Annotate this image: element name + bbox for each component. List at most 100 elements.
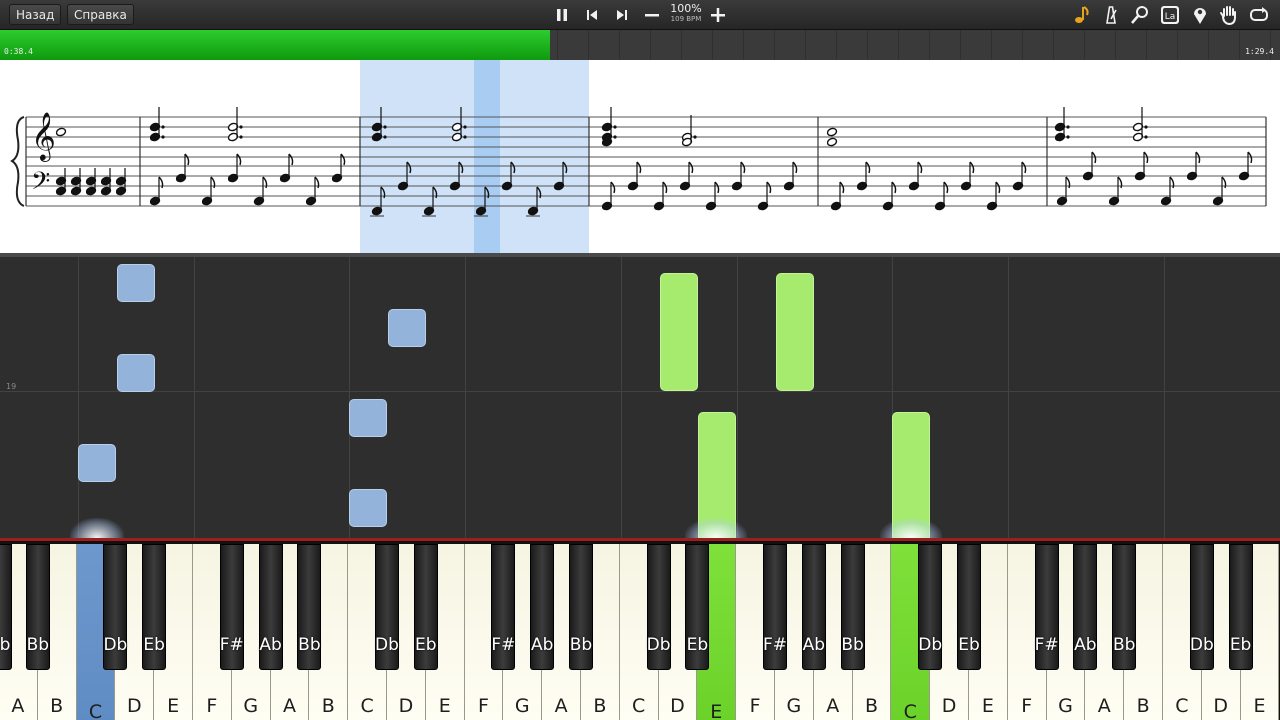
next-icon[interactable] xyxy=(611,4,633,26)
black-key[interactable]: Eb xyxy=(413,544,438,670)
black-key-label: Db xyxy=(1189,635,1214,655)
bookmark-pin-icon[interactable] xyxy=(1189,4,1211,26)
black-key[interactable]: b xyxy=(0,544,12,670)
search-icon[interactable] xyxy=(1129,4,1151,26)
roll-gridline xyxy=(194,257,195,538)
progress-fill xyxy=(0,30,551,60)
black-key[interactable]: Db xyxy=(1189,544,1214,670)
left-hand-note xyxy=(117,354,155,392)
black-key[interactable]: F# xyxy=(491,544,515,670)
black-key[interactable]: Db xyxy=(646,544,671,670)
black-key[interactable]: Ab xyxy=(801,544,826,670)
white-key-label: F xyxy=(749,695,761,717)
music-note-icon[interactable] xyxy=(1071,4,1093,26)
white-key-label: B xyxy=(593,695,607,717)
black-key-label: Db xyxy=(918,635,943,655)
augmentation-dot xyxy=(161,125,165,129)
svg-text:La: La xyxy=(1165,12,1176,22)
black-key[interactable]: Eb xyxy=(957,544,981,670)
previous-icon[interactable] xyxy=(581,4,603,26)
help-label: Справка xyxy=(74,8,127,22)
left-hand-note xyxy=(349,399,387,437)
black-key[interactable]: Db xyxy=(103,544,128,670)
black-key-label: Db xyxy=(375,635,399,655)
back-label: Назад xyxy=(16,8,55,22)
black-key-label: Bb xyxy=(841,635,864,655)
black-key[interactable]: Bb xyxy=(840,544,865,670)
black-key-label: F# xyxy=(219,635,244,655)
pause-icon[interactable] xyxy=(551,4,573,26)
black-key[interactable]: Db xyxy=(375,544,399,670)
black-key-label: Db xyxy=(103,635,128,655)
roll-gridline xyxy=(621,257,622,538)
black-key[interactable]: Eb xyxy=(1228,544,1253,670)
black-key-label: Eb xyxy=(1229,635,1252,655)
black-key[interactable]: Bb xyxy=(297,544,322,670)
white-key-label: G xyxy=(786,695,802,717)
measure-line xyxy=(0,391,1280,392)
white-key-label: E xyxy=(167,695,180,717)
roll-gridline xyxy=(737,257,738,538)
augmentation-dot xyxy=(239,125,243,129)
black-key[interactable]: Eb xyxy=(685,544,710,670)
augmentation-dot xyxy=(161,135,165,139)
roll-gridline xyxy=(465,257,466,538)
sheet-music[interactable]: 𝄞 𝄢 xyxy=(0,60,1280,253)
falling-notes-area: 19 xyxy=(0,253,1280,538)
tempo-increase-icon[interactable] xyxy=(707,4,729,26)
black-key-label: Eb xyxy=(143,635,165,655)
black-key[interactable]: Ab xyxy=(530,544,555,670)
white-key-label: G xyxy=(514,695,530,717)
black-key[interactable]: Db xyxy=(918,544,943,670)
black-key-label: Ab xyxy=(802,635,826,655)
white-key-label: D xyxy=(1213,695,1229,717)
white-key-label: C xyxy=(88,701,103,720)
tempo-display: 100% 109 BPM xyxy=(666,3,706,24)
tempo-bpm: 109 BPM xyxy=(670,15,702,23)
sheet-music-staff: 𝄞𝄢 xyxy=(10,60,1267,253)
tempo-decrease-icon[interactable] xyxy=(641,4,663,26)
black-key[interactable]: Bb xyxy=(569,544,593,670)
black-key[interactable]: Ab xyxy=(258,544,283,670)
black-key[interactable]: F# xyxy=(763,544,787,670)
song-progress-bar[interactable]: 0:38.4 1:29.4 xyxy=(0,30,1280,60)
white-key-label: C xyxy=(903,701,917,720)
white-key-label: A xyxy=(826,695,840,717)
loop-icon[interactable] xyxy=(1248,4,1270,26)
help-button[interactable]: Справка xyxy=(67,4,134,25)
black-key[interactable]: Eb xyxy=(142,544,167,670)
black-key-label: Db xyxy=(646,635,671,655)
white-key-label: B xyxy=(50,695,64,717)
black-key[interactable]: F# xyxy=(220,544,244,670)
metronome-icon[interactable] xyxy=(1100,4,1122,26)
note-labels-icon[interactable]: La xyxy=(1159,4,1181,26)
black-key-label: Bb xyxy=(1112,635,1136,655)
black-key-label: Bb xyxy=(26,635,50,655)
black-key[interactable]: Bb xyxy=(25,544,50,670)
white-key-label: A xyxy=(11,695,25,717)
augmentation-dot xyxy=(463,125,467,129)
augmentation-dot xyxy=(383,135,387,139)
left-hand-note xyxy=(78,444,116,482)
left-hand-note xyxy=(349,489,387,527)
black-key[interactable]: F# xyxy=(1035,544,1059,670)
treble-clef: 𝄞 xyxy=(31,111,56,162)
black-key-label: b xyxy=(0,635,11,655)
left-hand-note xyxy=(117,264,155,302)
white-key-label: A xyxy=(554,695,568,717)
synthesia-window: Назад Справка 100% 109 BPM La 0:38.4 1:2… xyxy=(0,0,1280,720)
augmentation-dot xyxy=(693,135,697,139)
hand-icon[interactable] xyxy=(1218,4,1240,26)
grand-staff-brace xyxy=(10,116,25,207)
black-key[interactable]: Ab xyxy=(1073,544,1098,670)
white-key-label: F xyxy=(478,695,489,717)
white-key-label: D xyxy=(126,695,142,717)
white-key-label: E xyxy=(438,695,451,717)
back-button[interactable]: Назад xyxy=(9,4,62,25)
white-key-label: F xyxy=(206,695,218,717)
white-key-label: G xyxy=(1058,695,1073,717)
key-press-glow xyxy=(685,518,747,538)
piano-keyboard[interactable]: A B C D E F G A B C D E F G A B C D E F G A B C D E F G A B C D Eb Bb Db Eb… xyxy=(0,538,1280,720)
black-key[interactable]: Bb xyxy=(1112,544,1137,670)
black-key-label: Ab xyxy=(1074,635,1097,655)
